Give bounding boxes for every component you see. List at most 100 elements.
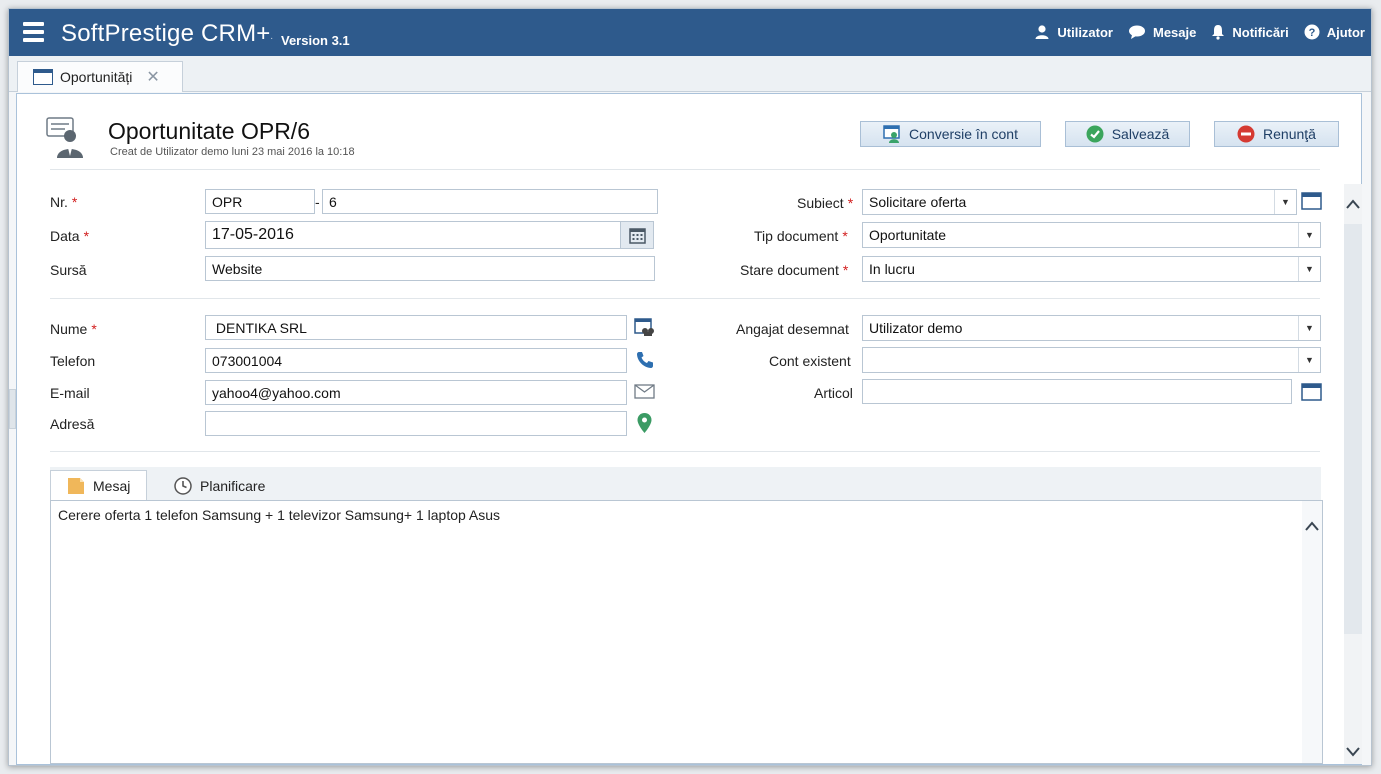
title-separator: · xyxy=(270,33,274,44)
opportunity-icon xyxy=(46,117,83,158)
dropdown-caret-icon: ▼ xyxy=(1274,190,1296,214)
check-circle-icon xyxy=(1086,125,1104,143)
assigned-label: Angajat desemnat xyxy=(736,321,849,337)
nav-messages[interactable]: Mesaje xyxy=(1128,24,1196,40)
page-scrollbar[interactable] xyxy=(1344,184,1362,764)
page-title: Oportunitate OPR/6 xyxy=(108,118,310,144)
divider xyxy=(50,451,1320,452)
convert-label: Conversie în cont xyxy=(909,126,1018,142)
assigned-value: Utilizator demo xyxy=(869,320,963,336)
tab-oportunitati[interactable]: Oportunități ✕ xyxy=(17,61,183,92)
doc-type-select[interactable]: Oportunitate ▼ xyxy=(862,222,1321,248)
nav-user[interactable]: Utilizator xyxy=(1034,24,1113,40)
date-field[interactable] xyxy=(205,221,621,249)
open-window-icon[interactable] xyxy=(1301,383,1322,401)
source-label: Sursă xyxy=(50,262,87,278)
top-bar: SoftPrestige CRM+ · Version 3.1 Utilizat… xyxy=(9,9,1371,56)
opportunity-form-panel: Oportunitate OPR/6 Creat de Utilizator d… xyxy=(16,93,1362,765)
subject-value: Solicitare oferta xyxy=(869,194,967,210)
assigned-select[interactable]: Utilizator demo ▼ xyxy=(862,315,1321,341)
message-textarea[interactable]: Cerere oferta 1 telefon Samsung + 1 tele… xyxy=(50,500,1323,764)
tab-label: Oportunități xyxy=(60,69,133,85)
save-button[interactable]: Salvează xyxy=(1065,121,1190,147)
article-field[interactable] xyxy=(862,379,1292,404)
chevron-up-icon[interactable] xyxy=(1346,198,1360,212)
svg-text:?: ? xyxy=(1308,27,1315,39)
top-nav: Utilizator Mesaje Notificări ? Ajutor xyxy=(1019,24,1365,40)
nav-notifications-label: Notificări xyxy=(1232,24,1289,40)
open-window-icon[interactable] xyxy=(1301,192,1322,210)
cancel-button[interactable]: Renunţă xyxy=(1214,121,1339,147)
document-tabstrip: Oportunități ✕ xyxy=(9,56,1371,92)
window-icon xyxy=(33,69,53,85)
date-label: Data * xyxy=(50,228,90,244)
address-field[interactable] xyxy=(205,411,627,436)
phone-icon[interactable] xyxy=(636,351,654,369)
calendar-icon xyxy=(628,227,646,244)
doc-state-select[interactable]: In lucru ▼ xyxy=(862,256,1321,282)
clock-icon xyxy=(174,476,192,495)
source-field[interactable] xyxy=(205,256,655,281)
divider xyxy=(50,169,1320,170)
app-title: SoftPrestige CRM+ xyxy=(61,20,271,47)
doc-state-label: Stare document * xyxy=(740,262,849,278)
nr-label: Nr. * xyxy=(50,194,78,210)
app-window: SoftPrestige CRM+ · Version 3.1 Utilizat… xyxy=(8,8,1372,766)
dropdown-caret-icon: ▼ xyxy=(1298,223,1320,247)
convert-account-icon xyxy=(883,125,900,143)
nr-prefix-field[interactable] xyxy=(205,189,315,214)
chat-bubble-icon xyxy=(1129,25,1145,39)
bell-icon xyxy=(1212,25,1225,40)
doc-type-label: Tip document * xyxy=(754,228,848,244)
nav-help-label: Ajutor xyxy=(1326,24,1365,40)
dropdown-caret-icon: ▼ xyxy=(1298,348,1320,372)
date-picker-button[interactable] xyxy=(620,221,654,249)
dropdown-caret-icon: ▼ xyxy=(1298,257,1320,281)
phone-label: Telefon xyxy=(50,353,96,369)
created-info: Creat de Utilizator demo luni 23 mai 201… xyxy=(110,146,355,158)
chevron-down-icon[interactable] xyxy=(1346,744,1360,758)
article-label: Articol xyxy=(814,385,853,401)
address-label: Adresă xyxy=(50,416,95,432)
cancel-label: Renunţă xyxy=(1263,126,1316,142)
minus-circle-icon xyxy=(1237,125,1255,143)
doc-type-value: Oportunitate xyxy=(869,227,947,243)
chevron-up-icon[interactable] xyxy=(1305,521,1319,531)
subject-label: Subiect * xyxy=(797,195,854,211)
message-text: Cerere oferta 1 telefon Samsung + 1 tele… xyxy=(58,507,501,523)
dropdown-caret-icon: ▼ xyxy=(1298,316,1320,340)
account-label: Cont existent xyxy=(769,353,851,369)
divider xyxy=(50,298,1320,299)
save-label: Salvează xyxy=(1111,126,1170,142)
user-icon xyxy=(1035,25,1049,39)
tab-planning-label: Planificare xyxy=(200,477,266,494)
contact-search-icon[interactable] xyxy=(634,318,656,338)
tab-message[interactable]: Mesaj xyxy=(50,470,148,501)
nr-value-field[interactable] xyxy=(322,189,658,214)
convert-to-account-button[interactable]: Conversie în cont xyxy=(860,121,1041,147)
menu-icon[interactable] xyxy=(23,22,44,42)
email-field[interactable] xyxy=(205,380,627,405)
envelope-icon[interactable] xyxy=(634,384,655,399)
nr-separator: - xyxy=(315,194,320,210)
tab-planning[interactable]: Planificare xyxy=(158,470,281,501)
nav-notifications[interactable]: Notificări xyxy=(1211,24,1289,40)
account-select[interactable]: ▼ xyxy=(862,347,1321,373)
sidebar-toggle-handle[interactable] xyxy=(9,389,16,429)
app-version: Version 3.1 xyxy=(281,33,350,48)
map-pin-icon[interactable] xyxy=(637,413,652,434)
message-scrollbar[interactable] xyxy=(1302,501,1322,763)
nav-user-label: Utilizator xyxy=(1057,24,1113,40)
phone-field[interactable] xyxy=(205,348,627,373)
nav-help[interactable]: ? Ajutor xyxy=(1304,24,1365,40)
tab-message-label: Mesaj xyxy=(93,477,131,494)
name-field[interactable] xyxy=(205,315,627,340)
detail-tabs: Mesaj Planificare xyxy=(50,467,1321,501)
doc-state-value: In lucru xyxy=(869,261,915,277)
nav-messages-label: Mesaje xyxy=(1153,24,1197,40)
subject-select[interactable]: Solicitare oferta ▼ xyxy=(862,189,1297,215)
close-icon[interactable]: ✕ xyxy=(146,67,159,87)
scrollbar-thumb[interactable] xyxy=(1344,224,1362,634)
name-label: Nume * xyxy=(50,321,97,337)
help-icon: ? xyxy=(1304,24,1320,40)
